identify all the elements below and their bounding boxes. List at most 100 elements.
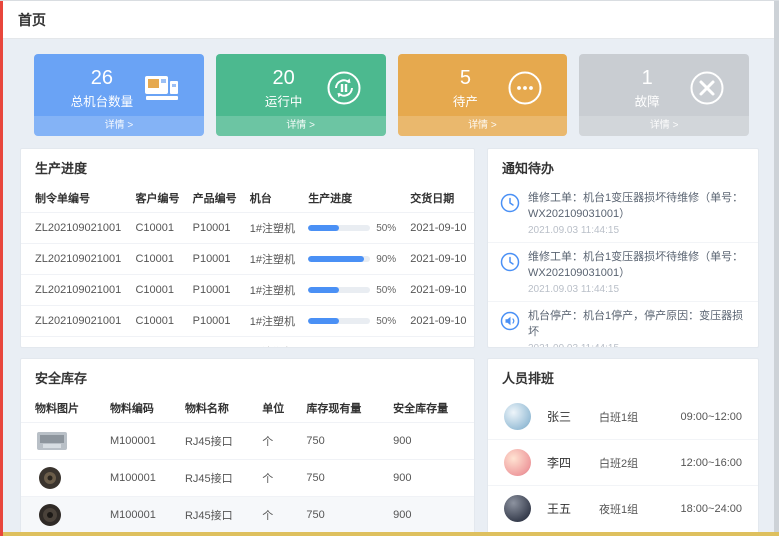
card-fault[interactable]: 1 故障 详情 > <box>579 54 749 136</box>
cell-unit: 个 <box>256 497 300 534</box>
personnel-schedule-panel: 人员排班 张三 白班1组 09:00~12:00 李四 白班2组 12:00~1… <box>487 358 759 534</box>
cell-product-no: P10001 <box>187 306 244 337</box>
progress-bar: 50% <box>308 285 398 296</box>
material-image-connector <box>35 465 98 491</box>
cell-machine: 1#注塑机 <box>244 275 302 306</box>
table-row: ZL202109021001 C10001 P10001 1#注塑机 90% 2… <box>21 244 474 275</box>
column-header: 物料图片 <box>21 394 104 423</box>
progress-bar: 50% <box>308 316 398 327</box>
card-value: 5 <box>424 67 508 89</box>
card-detail-link[interactable]: 详情 > <box>216 116 386 136</box>
stat-cards: 26 总机台数量 详情 > 20 运行中 <box>0 39 779 148</box>
progress-label: 50% <box>376 347 396 349</box>
machine-icon <box>144 69 180 107</box>
card-running[interactable]: 20 运行中 详情 > <box>216 54 386 136</box>
material-image-rj45 <box>35 428 98 454</box>
column-header: 交货日期 <box>404 184 474 213</box>
progress-track <box>308 225 370 231</box>
table-row: M100001 RJ45接口 个 750 900 <box>21 423 474 460</box>
cell-machine: 1#注塑机 <box>244 306 302 337</box>
safety-inventory-panel: 安全库存 物料图片 物料编码 物料名称 单位 库存现有量 安全库存量 M1000… <box>20 358 475 534</box>
progress-label: 50% <box>376 285 396 296</box>
cell-unit: 个 <box>256 423 300 460</box>
table-row: ZL202109021001 C10001 P10001 1#注塑机 50% 2… <box>21 275 474 306</box>
card-waiting[interactable]: 5 待产 详情 > <box>398 54 568 136</box>
cell-delivery-date: 2021-09-10 <box>404 213 474 244</box>
cell-unit: 个 <box>256 460 300 497</box>
speaker-icon <box>500 309 520 348</box>
cell-material-name: RJ45接口 <box>179 423 256 460</box>
page-title: 首页 <box>18 10 46 30</box>
cell-delivery-date: 2021-09-10 <box>404 306 474 337</box>
progress-fill <box>308 225 339 231</box>
table-row: ZL202109021001 C10001 P10001 1#注塑机 50% 2… <box>21 306 474 337</box>
running-icon <box>326 69 362 107</box>
column-header: 物料名称 <box>179 394 256 423</box>
production-progress-panel: 生产进度 制令单编号 客户编号 产品编号 机台 生产进度 交货日期 ZL2021… <box>20 148 475 348</box>
card-detail-link[interactable]: 详情 > <box>579 116 749 136</box>
column-header: 产品编号 <box>187 184 244 213</box>
schedule-row: 张三 白班1组 09:00~12:00 <box>488 394 758 440</box>
table-row: ZL202109021001 C10001 P10001 1#注塑机 50% 2… <box>21 337 474 349</box>
clock-icon <box>500 191 520 236</box>
column-header: 安全库存量 <box>387 394 474 423</box>
person-time: 18:00~24:00 <box>681 503 742 515</box>
card-text: 20 运行中 <box>242 67 326 110</box>
progress-track <box>308 318 370 324</box>
person-name: 张三 <box>547 408 599 425</box>
cell-delivery-date: 2021-09-10 <box>404 275 474 306</box>
cell-product-no: P10001 <box>187 337 244 349</box>
cell-material-name: RJ45接口 <box>179 497 256 534</box>
notification-item[interactable]: 维修工单：机台1变压器损坏待维修（单号：WX202109031001） 2021… <box>488 243 758 302</box>
notification-item[interactable]: 机台停产：机台1停产，停产原因：变压器损坏 2021.09.03 11:44:1… <box>488 302 758 348</box>
cell-customer-no: C10001 <box>129 306 186 337</box>
card-label: 故障 <box>605 91 689 110</box>
repair-icon <box>689 69 725 107</box>
cell-order-no: ZL202109021001 <box>21 306 129 337</box>
notification-item[interactable]: 维修工单：机台1变压器损坏待维修（单号：WX202109031001） 2021… <box>488 184 758 243</box>
card-label: 总机台数量 <box>60 91 144 110</box>
progress-label: 50% <box>376 223 396 234</box>
progress-bar: 90% <box>308 254 398 265</box>
panel-title: 人员排班 <box>488 359 758 394</box>
column-header: 机台 <box>244 184 302 213</box>
card-detail-link[interactable]: 详情 > <box>34 116 204 136</box>
cell-delivery-date: 2021-09-10 <box>404 244 474 275</box>
panel-title: 通知待办 <box>488 149 758 184</box>
notification-text: 维修工单：机台1变压器损坏待维修（单号：WX202109031001） <box>528 250 746 282</box>
card-waiting-body: 5 待产 <box>398 54 568 116</box>
table-row: ZL202109021001 C10001 P10001 1#注塑机 50% 2… <box>21 213 474 244</box>
cell-order-no: ZL202109021001 <box>21 213 129 244</box>
card-value: 20 <box>242 67 326 89</box>
column-header: 单位 <box>256 394 300 423</box>
card-detail-link[interactable]: 详情 > <box>398 116 568 136</box>
cell-delivery-date: 2021-09-10 <box>404 337 474 349</box>
column-header: 库存现有量 <box>300 394 387 423</box>
cell-material-code: M100001 <box>104 497 179 534</box>
person-shift: 白班1组 <box>599 409 665 425</box>
column-header: 制令单编号 <box>21 184 129 213</box>
cell-product-no: P10001 <box>187 244 244 275</box>
cell-order-no: ZL202109021001 <box>21 337 129 349</box>
progress-fill <box>308 256 364 262</box>
cell-material-code: M100001 <box>104 423 179 460</box>
cell-product-no: P10001 <box>187 275 244 306</box>
person-name: 王五 <box>547 500 599 517</box>
panel-title: 生产进度 <box>21 149 474 184</box>
table-header-row: 物料图片 物料编码 物料名称 单位 库存现有量 安全库存量 <box>21 394 474 423</box>
card-total-machines[interactable]: 26 总机台数量 详情 > <box>34 54 204 136</box>
notification-text: 维修工单：机台1变压器损坏待维修（单号：WX202109031001） <box>528 191 746 223</box>
table-row: M100001 RJ45接口 个 750 900 <box>21 497 474 534</box>
window-edge-right <box>774 1 779 536</box>
material-image-speaker <box>35 502 98 528</box>
progress-bar: 50% <box>308 347 398 349</box>
card-fault-body: 1 故障 <box>579 54 749 116</box>
notification-time: 2021.09.03 11:44:15 <box>528 225 746 236</box>
card-text: 5 待产 <box>424 67 508 110</box>
window-edge-left <box>0 1 3 536</box>
progress-fill <box>308 318 339 324</box>
inventory-table: 物料图片 物料编码 物料名称 单位 库存现有量 安全库存量 M100001 RJ… <box>21 394 474 533</box>
person-shift: 夜班1组 <box>599 501 665 517</box>
card-total-machines-body: 26 总机台数量 <box>34 54 204 116</box>
panel-title: 安全库存 <box>21 359 474 394</box>
